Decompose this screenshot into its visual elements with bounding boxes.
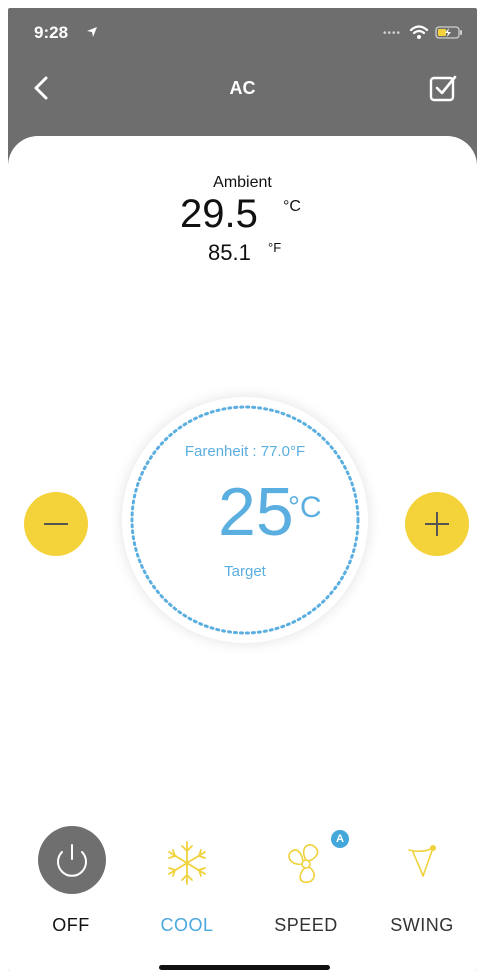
ambient-fahrenheit-unit: °F xyxy=(268,240,282,255)
target-temperature-unit: °C xyxy=(288,491,322,524)
cool-label: COOL xyxy=(160,915,214,935)
swing-button[interactable]: SWING xyxy=(367,826,477,946)
control-bar: OFF COOL A SPEED SWING xyxy=(8,826,477,946)
increase-temperature-button[interactable] xyxy=(405,492,469,556)
snowflake-icon xyxy=(168,841,206,885)
fan-speed-button[interactable]: A SPEED xyxy=(251,826,361,946)
ambient-celsius: 29.5 xyxy=(180,192,258,236)
battery-charging-icon xyxy=(435,26,462,39)
checkbox-confirm-icon[interactable] xyxy=(429,74,457,102)
page-title: AC xyxy=(229,78,256,98)
nav-bar: AC xyxy=(8,60,477,116)
wifi-icon xyxy=(409,25,429,39)
phone-screen: 9:28 •••• AC Ambient 29.5 °C 85.1 °F Far… xyxy=(8,8,477,971)
ambient-celsius-unit: °C xyxy=(283,198,301,215)
mode-cool-button[interactable]: COOL xyxy=(132,826,242,946)
status-bar: 9:28 •••• xyxy=(8,8,477,52)
target-fahrenheit: Farenheit : 77.0°F xyxy=(184,443,306,460)
home-indicator[interactable] xyxy=(159,965,330,970)
minus-icon xyxy=(44,523,68,525)
target-temperature-value: 25 xyxy=(218,474,294,550)
power-circle xyxy=(38,826,106,894)
plus-icon xyxy=(425,512,449,536)
status-time: 9:28 xyxy=(34,23,69,42)
swing-icon xyxy=(408,845,436,877)
power-icon xyxy=(57,844,87,877)
main-sheet: Ambient 29.5 °C 85.1 °F Farenheit : 77.0… xyxy=(8,136,477,971)
target-label: Target xyxy=(224,563,266,580)
power-label: OFF xyxy=(52,915,90,935)
decrease-temperature-button[interactable] xyxy=(24,492,88,556)
ambient-fahrenheit: 85.1 xyxy=(208,240,251,265)
auto-badge: A xyxy=(331,830,349,848)
power-button[interactable]: OFF xyxy=(16,826,126,946)
speed-label: SPEED xyxy=(274,915,338,935)
location-arrow-icon xyxy=(87,27,97,37)
swing-label: SWING xyxy=(390,915,454,935)
app-frame: 9:28 •••• AC Ambient 29.5 °C 85.1 °F Far… xyxy=(0,0,485,979)
ambient-label: Ambient xyxy=(213,174,272,191)
target-temperature-dial[interactable]: Farenheit : 77.0°F 25 °C Target xyxy=(122,397,368,643)
fan-icon xyxy=(288,844,319,884)
signal-icon: •••• xyxy=(382,28,401,39)
